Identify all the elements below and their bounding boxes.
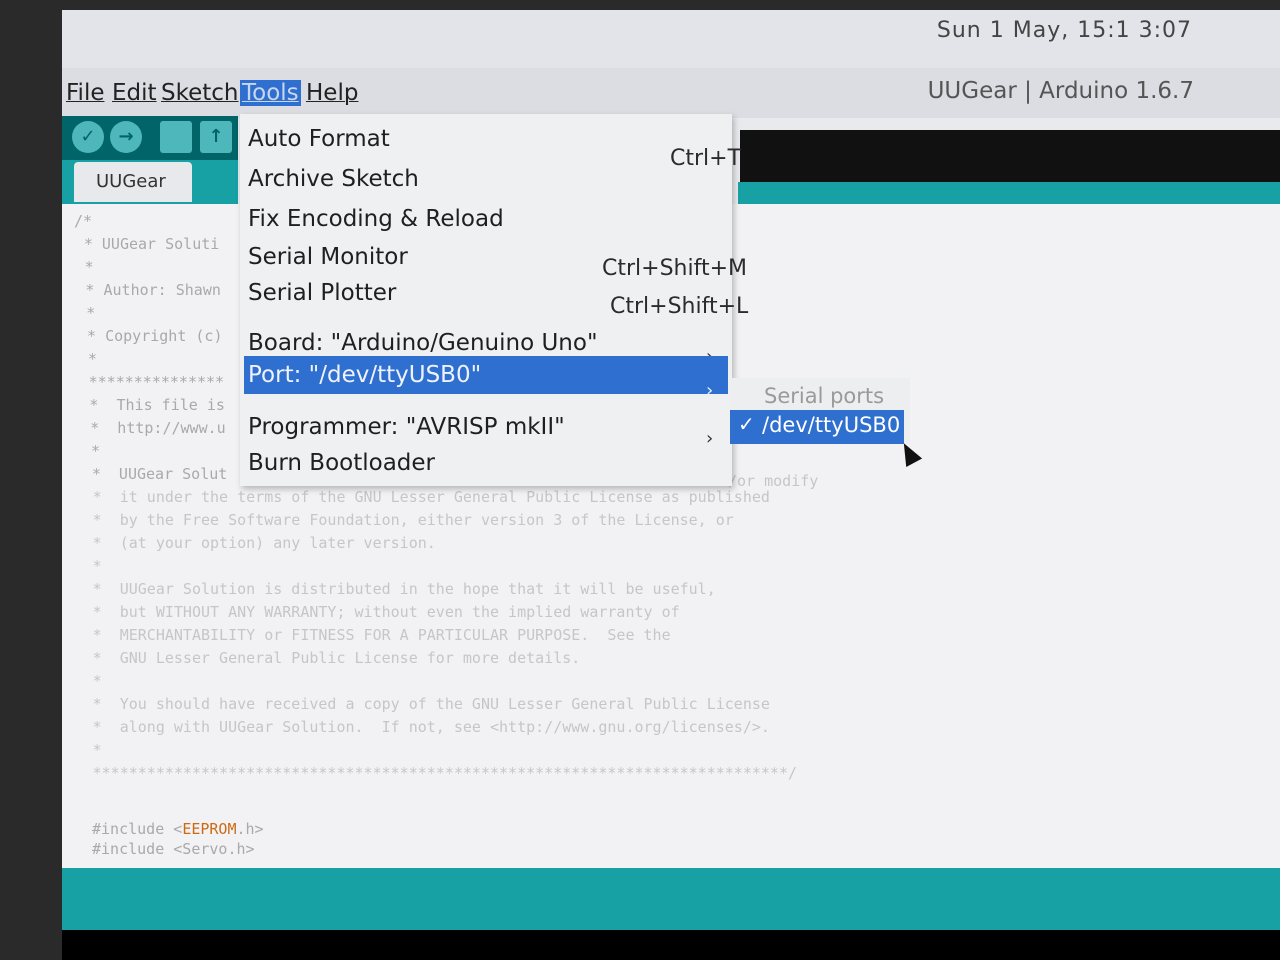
code-line: * MERCHANTABILITY or FITNESS FOR A PARTI… (83, 626, 671, 644)
shortcut-auto-format: Ctrl+T (670, 146, 742, 171)
code-line: * along with UUGear Solution. If not, se… (83, 718, 770, 736)
code-line: * (83, 557, 102, 575)
console-output (62, 930, 1280, 960)
code-line: * Author: Shawn (76, 281, 221, 299)
code-line: * UUGear Soluti (74, 235, 220, 253)
menu-item-serial-monitor[interactable]: Serial Monitor (248, 244, 408, 270)
code-line: * but WITHOUT ANY WARRANTY; without even… (83, 603, 680, 621)
checkmark-icon: ✓ (738, 412, 755, 436)
system-clock: Sun 1 May, 15:1 3:07 (936, 18, 1192, 43)
code-line: * (83, 741, 102, 759)
arduino-ide-screen: Sun 1 May, 15:1 3:07 File Edit Sketch To… (62, 10, 1280, 960)
include-suffix: .h> (236, 820, 264, 838)
code-line: * (78, 350, 97, 368)
code-line: * http://www.u (81, 419, 226, 437)
menu-sketch[interactable]: Sketch (161, 80, 239, 106)
code-line: * This file is (80, 396, 225, 414)
menu-item-auto-format[interactable]: Auto Format (248, 126, 390, 152)
chevron-right-icon: › (706, 380, 714, 401)
system-top-bar: Sun 1 May, 15:1 3:07 (62, 10, 1280, 68)
menu-file[interactable]: File (66, 80, 105, 106)
menu-help[interactable]: Help (306, 80, 358, 106)
code-line: *************** (79, 373, 225, 391)
code-line: * Copyright (c) (78, 327, 223, 345)
port-option-ttyusb0[interactable]: ✓ /dev/ttyUSB0 (730, 410, 904, 444)
menu-item-board[interactable]: Board: "Arduino/Genuino Uno" (248, 330, 598, 356)
code-line: * GNU Lesser General Public License for … (83, 649, 581, 667)
include-lib: EEPROM (182, 820, 237, 838)
menu-item-port[interactable]: Port: "/dev/ttyUSB0" (248, 362, 481, 388)
code-include-servo: #include <Servo.h> (92, 840, 255, 858)
new-sketch-icon[interactable] (160, 121, 192, 153)
code-line: * (at your option) any later version. (83, 534, 436, 552)
window-title: UUGear | Arduino 1.6.7 (927, 78, 1194, 104)
menu-item-programmer[interactable]: Programmer: "AVRISP mkII" (248, 414, 565, 440)
code-line: * it under the terms of the GNU Lesser G… (83, 488, 770, 506)
code-line: ****************************************… (83, 764, 798, 782)
shortcut-serial-plotter: Ctrl+Shift+L (610, 294, 749, 319)
menu-tools[interactable]: Tools (240, 80, 301, 106)
code-fragment: /or modify (728, 472, 819, 490)
code-line: * (75, 258, 94, 276)
code-line: * (77, 304, 96, 322)
open-sketch-icon[interactable]: ↑ (200, 121, 232, 153)
port-submenu: Serial ports ✓ /dev/ttyUSB0 (730, 378, 910, 444)
upload-icon[interactable]: → (110, 121, 142, 153)
shortcut-serial-monitor: Ctrl+Shift+M (602, 256, 747, 281)
code-include-eeprom: #include <EEPROM.h> (92, 820, 264, 838)
code-line: * by the Free Software Foundation, eithe… (83, 511, 734, 529)
tab-uugear[interactable]: UUGear (74, 162, 192, 202)
include-prefix: #include < (92, 820, 183, 838)
tab-label: UUGear (96, 171, 166, 192)
code-line: /* (74, 212, 93, 230)
code-line: * UUGear Solut (82, 465, 228, 483)
toolbar-extension (740, 130, 1280, 182)
port-option-label: /dev/ttyUSB0 (762, 413, 901, 437)
toolbar: ✓ → ↑ (62, 116, 238, 160)
menu-item-archive-sketch[interactable]: Archive Sketch (248, 166, 419, 192)
menu-edit[interactable]: Edit (112, 80, 157, 106)
menu-item-fix-encoding[interactable]: Fix Encoding & Reload (248, 206, 504, 232)
status-footer (62, 868, 1280, 930)
submenu-header: Serial ports (764, 384, 885, 408)
menu-item-burn-bootloader[interactable]: Burn Bootloader (248, 450, 435, 476)
menu-item-serial-plotter[interactable]: Serial Plotter (248, 280, 396, 306)
tools-dropdown-menu: Auto Format Ctrl+T Archive Sketch Fix En… (240, 114, 748, 486)
chevron-right-icon: › (706, 428, 714, 449)
code-line: * (82, 442, 101, 460)
verify-icon[interactable]: ✓ (72, 121, 104, 153)
code-line: * UUGear Solution is distributed in the … (83, 580, 716, 598)
code-line: * (83, 672, 102, 690)
code-line: * You should have received a copy of the… (83, 695, 770, 713)
